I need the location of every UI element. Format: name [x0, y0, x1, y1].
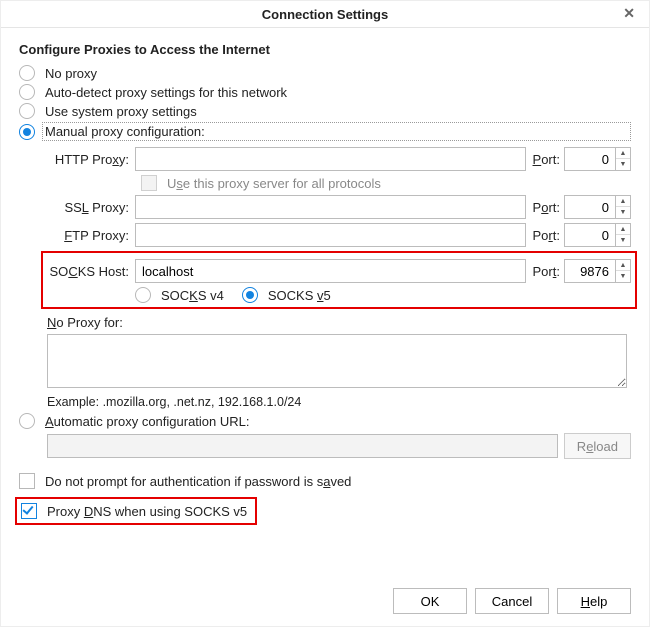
socks-host-row: SOCKS Host: Port: ▲ ▼: [47, 259, 631, 283]
use-for-all-label: Use this proxy server for all protocols: [167, 176, 381, 191]
spinner-down-icon[interactable]: ▼: [616, 235, 630, 246]
radio-icon: [19, 124, 35, 140]
mode-auto-detect[interactable]: Auto-detect proxy settings for this netw…: [19, 84, 631, 100]
socks-port-input[interactable]: [564, 259, 616, 283]
mode-auto-config-url[interactable]: Automatic proxy configuration URL:: [19, 413, 631, 429]
no-proxy-example: Example: .mozilla.org, .net.nz, 192.168.…: [47, 395, 631, 409]
http-proxy-row: HTTP Proxy: Port: ▲ ▼: [47, 147, 631, 171]
no-proxy-for-label: No Proxy for:: [47, 315, 631, 330]
mode-label: Manual proxy configuration:: [42, 122, 631, 141]
spinner-up-icon[interactable]: ▲: [616, 196, 630, 207]
mode-label: No proxy: [45, 66, 631, 81]
connection-settings-dialog: Connection Settings ✕ Configure Proxies …: [0, 0, 650, 627]
socks-v4-option[interactable]: SOCKS v4: [135, 287, 224, 303]
ok-button[interactable]: OK: [393, 588, 467, 614]
help-button[interactable]: Help: [557, 588, 631, 614]
ssl-port-input[interactable]: [564, 195, 616, 219]
socks-highlight-box: SOCKS Host: Port: ▲ ▼ SOCKS v4: [41, 251, 637, 309]
http-port-input[interactable]: [564, 147, 616, 171]
socks-host-label: SOCKS Host:: [47, 264, 135, 279]
radio-icon: [19, 65, 35, 81]
radio-icon: [19, 103, 35, 119]
ftp-port-spinner[interactable]: ▲ ▼: [616, 223, 631, 247]
checkbox-icon: [21, 503, 37, 519]
no-prompt-auth-checkbox[interactable]: Do not prompt for authentication if pass…: [19, 473, 631, 489]
cancel-button[interactable]: Cancel: [475, 588, 549, 614]
socks-port-label: Port:: [526, 264, 564, 279]
checkbox-icon: [19, 473, 35, 489]
reload-button[interactable]: Reload: [564, 433, 631, 459]
socks-v5-label: SOCKS v5: [268, 288, 331, 303]
ftp-proxy-label: FTP Proxy:: [47, 228, 135, 243]
no-prompt-auth-label: Do not prompt for authentication if pass…: [45, 474, 351, 489]
radio-icon: [242, 287, 258, 303]
proxy-dns-socks5-label: Proxy DNS when using SOCKS v5: [47, 504, 247, 519]
http-port-spinner[interactable]: ▲ ▼: [616, 147, 631, 171]
spinner-down-icon[interactable]: ▼: [616, 159, 630, 170]
dialog-title: Connection Settings: [262, 7, 388, 22]
spinner-up-icon[interactable]: ▲: [616, 224, 630, 235]
proxy-dns-highlight-box: Proxy DNS when using SOCKS v5: [15, 497, 257, 525]
checkbox-icon: [141, 175, 157, 191]
auto-config-url-input[interactable]: [47, 434, 558, 458]
ssl-proxy-row: SSL Proxy: Port: ▲ ▼: [47, 195, 631, 219]
radio-icon: [135, 287, 151, 303]
mode-system-proxy[interactable]: Use system proxy settings: [19, 103, 631, 119]
http-port-label: Port:: [526, 152, 564, 167]
socks-v4-label: SOCKS v4: [161, 288, 224, 303]
mode-label: Auto-detect proxy settings for this netw…: [45, 85, 631, 100]
mode-label: Automatic proxy configuration URL:: [45, 414, 631, 429]
spinner-up-icon[interactable]: ▲: [616, 260, 630, 271]
mode-no-proxy[interactable]: No proxy: [19, 65, 631, 81]
page-heading: Configure Proxies to Access the Internet: [19, 42, 631, 57]
proxy-dns-socks5-checkbox[interactable]: Proxy DNS when using SOCKS v5: [21, 503, 247, 519]
no-proxy-for-input[interactable]: [47, 334, 627, 388]
ssl-port-label: Port:: [526, 200, 564, 215]
ftp-proxy-row: FTP Proxy: Port: ▲ ▼: [47, 223, 631, 247]
ftp-proxy-input[interactable]: [135, 223, 526, 247]
socks-v5-option[interactable]: SOCKS v5: [242, 287, 331, 303]
ssl-port-spinner[interactable]: ▲ ▼: [616, 195, 631, 219]
close-icon[interactable]: ✕: [619, 5, 639, 22]
ssl-proxy-label: SSL Proxy:: [47, 200, 135, 215]
ftp-port-label: Port:: [526, 228, 564, 243]
ssl-proxy-input[interactable]: [135, 195, 526, 219]
ftp-port-input[interactable]: [564, 223, 616, 247]
http-proxy-label: HTTP Proxy:: [47, 152, 135, 167]
mode-label: Use system proxy settings: [45, 104, 631, 119]
radio-icon: [19, 84, 35, 100]
titlebar: Connection Settings ✕: [1, 1, 649, 28]
spinner-down-icon[interactable]: ▼: [616, 271, 630, 282]
socks-host-input[interactable]: [135, 259, 526, 283]
radio-icon: [19, 413, 35, 429]
http-proxy-input[interactable]: [135, 147, 526, 171]
socks-port-spinner[interactable]: ▲ ▼: [616, 259, 631, 283]
use-for-all-protocols[interactable]: Use this proxy server for all protocols: [141, 175, 631, 191]
spinner-down-icon[interactable]: ▼: [616, 207, 630, 218]
mode-manual-proxy[interactable]: Manual proxy configuration:: [19, 122, 631, 141]
spinner-up-icon[interactable]: ▲: [616, 148, 630, 159]
dialog-footer: OK Cancel Help: [1, 578, 649, 626]
